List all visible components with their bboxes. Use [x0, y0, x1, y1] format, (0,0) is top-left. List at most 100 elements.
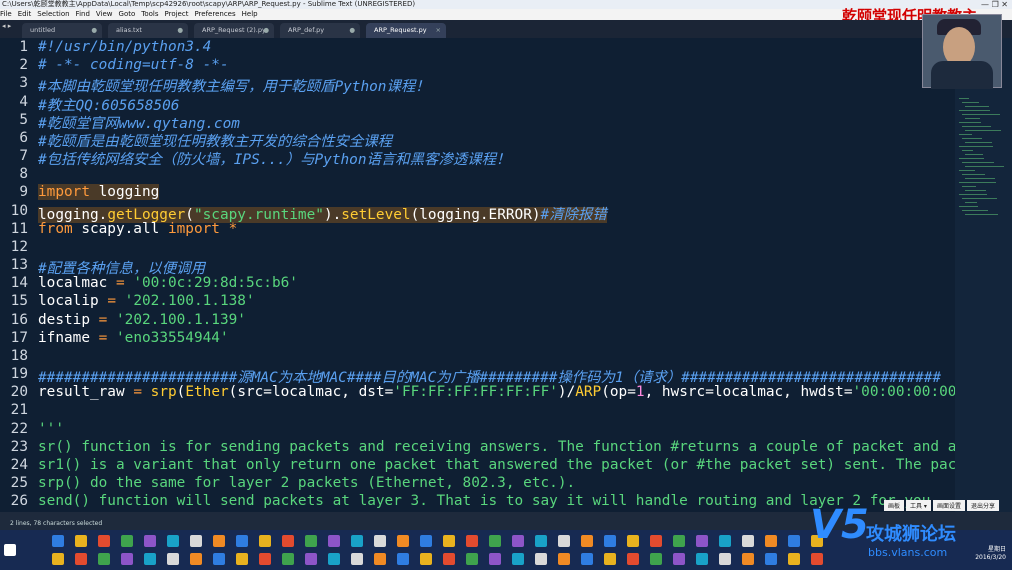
code-line[interactable]: #包括传统网络安全（防火墙，IPS...）与Python语言和黑客渗透课程！	[38, 148, 510, 169]
taskbar-app-icon[interactable]	[558, 535, 570, 547]
taskbar-app-icon[interactable]	[489, 535, 501, 547]
menu-item-file[interactable]: File	[0, 10, 12, 18]
taskbar-app-icon[interactable]	[535, 535, 547, 547]
tab-close-icon[interactable]: ×	[436, 23, 441, 38]
taskbar-app-icon[interactable]	[650, 553, 662, 565]
tab-4[interactable]: ARP_Request.py ×	[366, 23, 446, 38]
menu-item-goto[interactable]: Goto	[119, 10, 136, 18]
menu-item-view[interactable]: View	[96, 10, 113, 18]
code-line[interactable]: import logging	[38, 184, 160, 201]
taskbar-app-icon[interactable]	[328, 535, 340, 547]
taskbar-app-icon[interactable]	[673, 535, 685, 547]
taskbar-app-icon[interactable]	[512, 553, 524, 565]
taskbar-app-icon[interactable]	[558, 553, 570, 565]
code-editor[interactable]: 1 #!/usr/bin/python3.4 2 # -*- coding=utf-8…	[0, 38, 955, 512]
code-line[interactable]: ifname = 'eno33554944'	[38, 330, 229, 346]
taskbar-app-icon[interactable]	[75, 535, 87, 547]
menu-item-project[interactable]: Project	[165, 10, 189, 18]
taskbar-app-icon[interactable]	[604, 535, 616, 547]
taskbar-app-icon[interactable]	[259, 553, 271, 565]
taskbar-app-icon[interactable]	[696, 553, 708, 565]
code-line[interactable]: srp() do the same for layer 2 packets (E…	[38, 475, 575, 491]
taskbar-app-icon[interactable]	[351, 553, 363, 565]
taskbar-app-icon[interactable]	[581, 553, 593, 565]
code-line[interactable]: #!/usr/bin/python3.4	[38, 39, 211, 55]
code-line[interactable]: from scapy.all import *	[38, 221, 237, 237]
code-line[interactable]: destip = '202.100.1.139'	[38, 312, 246, 328]
minimap[interactable]	[955, 38, 1012, 512]
start-icon[interactable]	[4, 544, 16, 556]
taskbar-app-icon[interactable]	[98, 553, 110, 565]
taskbar-app-icon[interactable]	[627, 553, 639, 565]
tab-3[interactable]: ARP_def.py ●	[280, 23, 360, 38]
tab-1[interactable]: alias.txt ●	[108, 23, 188, 38]
menu-item-find[interactable]: Find	[76, 10, 90, 18]
taskbar-app-icon[interactable]	[604, 553, 616, 565]
menu-item-help[interactable]: Help	[242, 10, 258, 18]
code-line[interactable]: result_raw = srp(Ether(src=localmac, dst…	[38, 384, 955, 400]
taskbar-app-icon[interactable]	[213, 553, 225, 565]
taskbar-clock[interactable]: 星期日 2016/3/20	[975, 546, 1006, 562]
taskbar-app-icon[interactable]	[98, 535, 110, 547]
code-line[interactable]: localmac = '00:0c:29:8d:5c:b6'	[38, 275, 298, 291]
taskbar-app-icon[interactable]	[788, 553, 800, 565]
taskbar-app-icon[interactable]	[305, 553, 317, 565]
taskbar-app-icon[interactable]	[190, 553, 202, 565]
taskbar-app-icon[interactable]	[765, 553, 777, 565]
taskbar-app-icon[interactable]	[305, 535, 317, 547]
taskbar-app-icon[interactable]	[719, 535, 731, 547]
taskbar-app-icon[interactable]	[788, 535, 800, 547]
taskbar-app-icon[interactable]	[466, 553, 478, 565]
taskbar-app-icon[interactable]	[397, 553, 409, 565]
taskbar-app-icon[interactable]	[443, 553, 455, 565]
code-line[interactable]: sr1() is a variant that only return one …	[38, 457, 955, 473]
taskbar-app-icon[interactable]	[236, 553, 248, 565]
taskbar-app-icon[interactable]	[581, 535, 593, 547]
taskbar-app-icon[interactable]	[765, 535, 777, 547]
taskbar-app-icon[interactable]	[52, 553, 64, 565]
window-controls[interactable]: — ❐ ✕	[981, 0, 1008, 9]
taskbar-app-icon[interactable]	[627, 535, 639, 547]
taskbar-app-icon[interactable]	[144, 553, 156, 565]
taskbar-app-icon[interactable]	[742, 535, 754, 547]
taskbar-app-icon[interactable]	[282, 553, 294, 565]
menu-item-edit[interactable]: Edit	[18, 10, 32, 18]
tab-close-icon[interactable]: ●	[263, 23, 269, 38]
taskbar-app-icon[interactable]	[420, 553, 432, 565]
code-line[interactable]: sr() function is for sending packets and…	[38, 439, 955, 455]
taskbar-app-icon[interactable]	[650, 535, 662, 547]
tab-nav-arrows[interactable]: ◂ ▸	[2, 22, 11, 30]
taskbar-app-icon[interactable]	[167, 535, 179, 547]
taskbar-app-icon[interactable]	[696, 535, 708, 547]
taskbar-app-icon[interactable]	[236, 535, 248, 547]
taskbar-app-icon[interactable]	[466, 535, 478, 547]
taskbar-app-icon[interactable]	[374, 535, 386, 547]
code-line[interactable]: '''	[38, 421, 64, 437]
taskbar-app-icon[interactable]	[397, 535, 409, 547]
menu-item-tools[interactable]: Tools	[141, 10, 158, 18]
code-line[interactable]: # -*- coding=utf-8 -*-	[38, 57, 229, 73]
menu-item-preferences[interactable]: Preferences	[194, 10, 235, 18]
taskbar-app-icon[interactable]	[259, 535, 271, 547]
taskbar-app-icon[interactable]	[673, 553, 685, 565]
taskbar-app-icon[interactable]	[144, 535, 156, 547]
taskbar-app-icon[interactable]	[328, 553, 340, 565]
taskbar-app-icon[interactable]	[167, 553, 179, 565]
taskbar-app-icon[interactable]	[512, 535, 524, 547]
taskbar-app-icon[interactable]	[121, 553, 133, 565]
taskbar-app-icon[interactable]	[75, 553, 87, 565]
taskbar-app-icon[interactable]	[443, 535, 455, 547]
code-line[interactable]: send() function will send packets at lay…	[38, 493, 939, 509]
taskbar-app-icon[interactable]	[282, 535, 294, 547]
tab-2[interactable]: ARP_Request (2).py ●	[194, 23, 274, 38]
taskbar-app-icon[interactable]	[121, 535, 133, 547]
taskbar-app-icon[interactable]	[489, 553, 501, 565]
menu-item-selection[interactable]: Selection	[37, 10, 69, 18]
taskbar-app-icon[interactable]	[535, 553, 547, 565]
taskbar-app-icon[interactable]	[374, 553, 386, 565]
taskbar-app-icon[interactable]	[190, 535, 202, 547]
tab-close-icon[interactable]: ●	[349, 23, 355, 38]
taskbar-app-icon[interactable]	[719, 553, 731, 565]
tab-close-icon[interactable]: ●	[177, 23, 183, 38]
taskbar-app-icon[interactable]	[213, 535, 225, 547]
